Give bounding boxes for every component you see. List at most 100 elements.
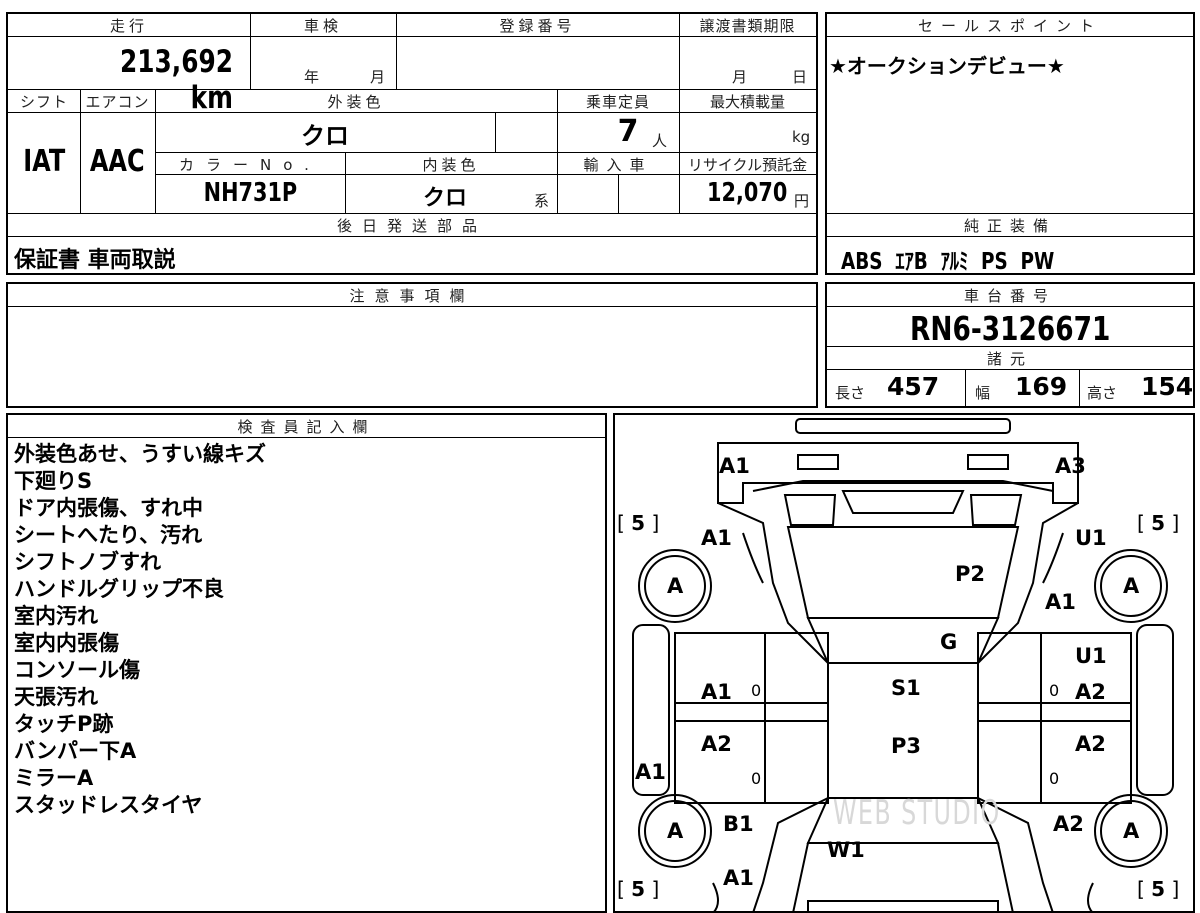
rear-bumper-shape: [807, 900, 999, 913]
mark-door-fr2: A2: [1075, 680, 1106, 704]
later-parts-value: 保証書 車両取説: [14, 248, 176, 273]
mark-side-left: A1: [635, 760, 666, 784]
reg-no-header: 登録番号: [499, 17, 576, 35]
tire-grade-rr: A: [1123, 819, 1140, 843]
transfer-deadline-header: 譲渡書類期限: [699, 17, 796, 35]
watermark: WEB STUDIO: [833, 793, 1001, 833]
int-color-value: クロ: [422, 186, 467, 211]
mark-fender-fr: U1: [1075, 526, 1107, 550]
inspector-note-line: シートへたり、汚れ: [14, 523, 203, 547]
headlight-left: [797, 454, 839, 470]
import-header: 輸入車: [583, 156, 653, 174]
zero-fl: 0: [751, 681, 762, 700]
ac-header: エアコン: [85, 93, 150, 111]
sales-point-box: セールスポイント ★オークションデビュー★ 純正装備 ABS ｴｱB ｱﾙﾐ P…: [825, 12, 1195, 275]
equipment-airbag: ｴｱB: [895, 249, 928, 275]
notes-box: 注意事項欄: [6, 282, 818, 408]
car-outline-svg: [632, 418, 1174, 913]
color-no-header: カラーNo.: [179, 156, 321, 174]
equipment-list: ABS ｴｱB ｱﾙﾐ PS PW: [841, 242, 1108, 276]
tire-grade-fr: A: [1123, 574, 1140, 598]
grille-left: [783, 494, 837, 526]
width-value: 169: [1015, 372, 1068, 401]
mark-door-rl: A2: [701, 732, 732, 756]
int-color-header: 内装色: [422, 156, 480, 174]
mark-front-right: A3: [1055, 454, 1086, 478]
inspector-note-line: スタッドレスタイヤ: [14, 793, 203, 817]
mark-door-rr: A2: [1075, 732, 1106, 756]
max-load-header: 最大積載量: [709, 93, 785, 111]
mark-hood: P2: [955, 562, 986, 586]
left-rear-arc: [712, 882, 719, 913]
later-parts-header: 後日発送部品: [336, 217, 487, 235]
inspection-month: 月: [370, 68, 390, 86]
capacity-header: 乗車定員: [585, 93, 650, 111]
zero-rl: 0: [751, 769, 762, 788]
tread-rr: [ 5 ]: [1137, 877, 1180, 901]
inspector-note-line: ミラーA: [14, 766, 94, 790]
right-rear-arc: [1087, 882, 1094, 913]
max-load-unit: kg: [792, 128, 811, 146]
inspector-note-line: 下廻りS: [14, 469, 93, 493]
right-side-panel: [1136, 624, 1174, 796]
mark-rear-left: A1: [723, 866, 754, 890]
zero-fr: 0: [1049, 681, 1060, 700]
inspector-note-line: 天張汚れ: [14, 685, 98, 709]
height-label: 高さ: [1087, 384, 1118, 402]
right-front-arc: [1042, 532, 1064, 584]
tread-fr: [ 5 ]: [1137, 511, 1180, 535]
spec-header: 諸元: [986, 350, 1033, 368]
inspection-header: 車検: [303, 17, 342, 35]
tread-fl: [ 5 ]: [617, 511, 660, 535]
mark-fender-fr2: A1: [1045, 590, 1076, 614]
mark-rear-fender-r: A2: [1053, 812, 1084, 836]
notes-header: 注意事項欄: [349, 287, 475, 305]
capacity-value: 7: [617, 114, 639, 149]
length-value: 457: [887, 372, 940, 401]
equipment-ps: PS: [980, 249, 1008, 275]
windshield-shape: [806, 617, 1000, 664]
mark-front-left: A1: [719, 454, 750, 478]
inspector-note-line: バンパー下A: [14, 739, 137, 763]
mileage-number: 213,692: [120, 44, 233, 80]
equipment-pw: PW: [1020, 249, 1055, 275]
vehicle-info-table: 走行 車検 登録番号 譲渡書類期限 213,692 km 年 月 月 日 シフト…: [6, 12, 818, 275]
chassis-number: RN6-3126671: [909, 309, 1111, 348]
ext-color-value: クロ: [301, 122, 349, 150]
front-end-shape: [717, 442, 1079, 504]
mark-roof: S1: [891, 676, 921, 700]
mark-fender-fl: A1: [701, 526, 732, 550]
length-label: 長さ: [835, 384, 866, 402]
inspector-box: 検査員記入欄 外装色あせ、うすい線キズ 下廻りS ドア内張傷、すれ中 シートへたり、汚…: [6, 413, 607, 913]
height-value: 154: [1141, 372, 1194, 401]
chassis-box: 車台番号 RN6-3126671 諸元 長さ 457 幅 169 高さ 154: [825, 282, 1195, 408]
transfer-day: 日: [792, 68, 812, 86]
mark-roof2: P3: [891, 734, 922, 758]
equipment-abs: ABS: [841, 249, 883, 275]
inspector-note-line: タッチP跡: [14, 712, 114, 736]
shift-value: IAT: [22, 144, 65, 179]
inspector-note-line: 室内内張傷: [14, 631, 119, 655]
zero-rr: 0: [1049, 769, 1060, 788]
headlight-right: [967, 454, 1009, 470]
inspector-note-line: シフトノブすれ: [14, 550, 161, 574]
sales-point-header: セールスポイント: [917, 17, 1102, 35]
inspector-note-line: 外装色あせ、うすい線キズ: [14, 442, 266, 466]
chassis-header: 車台番号: [963, 287, 1056, 305]
inspector-note-line: 室内汚れ: [14, 604, 98, 628]
inspector-header: 検査員記入欄: [237, 418, 376, 436]
equipment-alloy: ｱﾙﾐ: [940, 249, 969, 275]
ac-value: AAC: [90, 144, 145, 179]
tire-grade-rl: A: [667, 819, 684, 843]
inspector-note-line: コンソール傷: [14, 658, 140, 682]
mark-door-fl: A1: [701, 680, 732, 704]
recycle-unit: 円: [794, 192, 810, 210]
width-label: 幅: [975, 384, 991, 402]
mark-windshield: G: [940, 630, 958, 654]
mark-rear-fender-l: B1: [723, 812, 754, 836]
grille-right: [969, 494, 1023, 526]
sales-point-text: ★オークションデビュー★: [829, 54, 1065, 78]
shift-header: シフト: [19, 93, 68, 111]
int-color-suffix: 系: [534, 192, 554, 210]
front-bumper-shape: [795, 418, 1011, 434]
